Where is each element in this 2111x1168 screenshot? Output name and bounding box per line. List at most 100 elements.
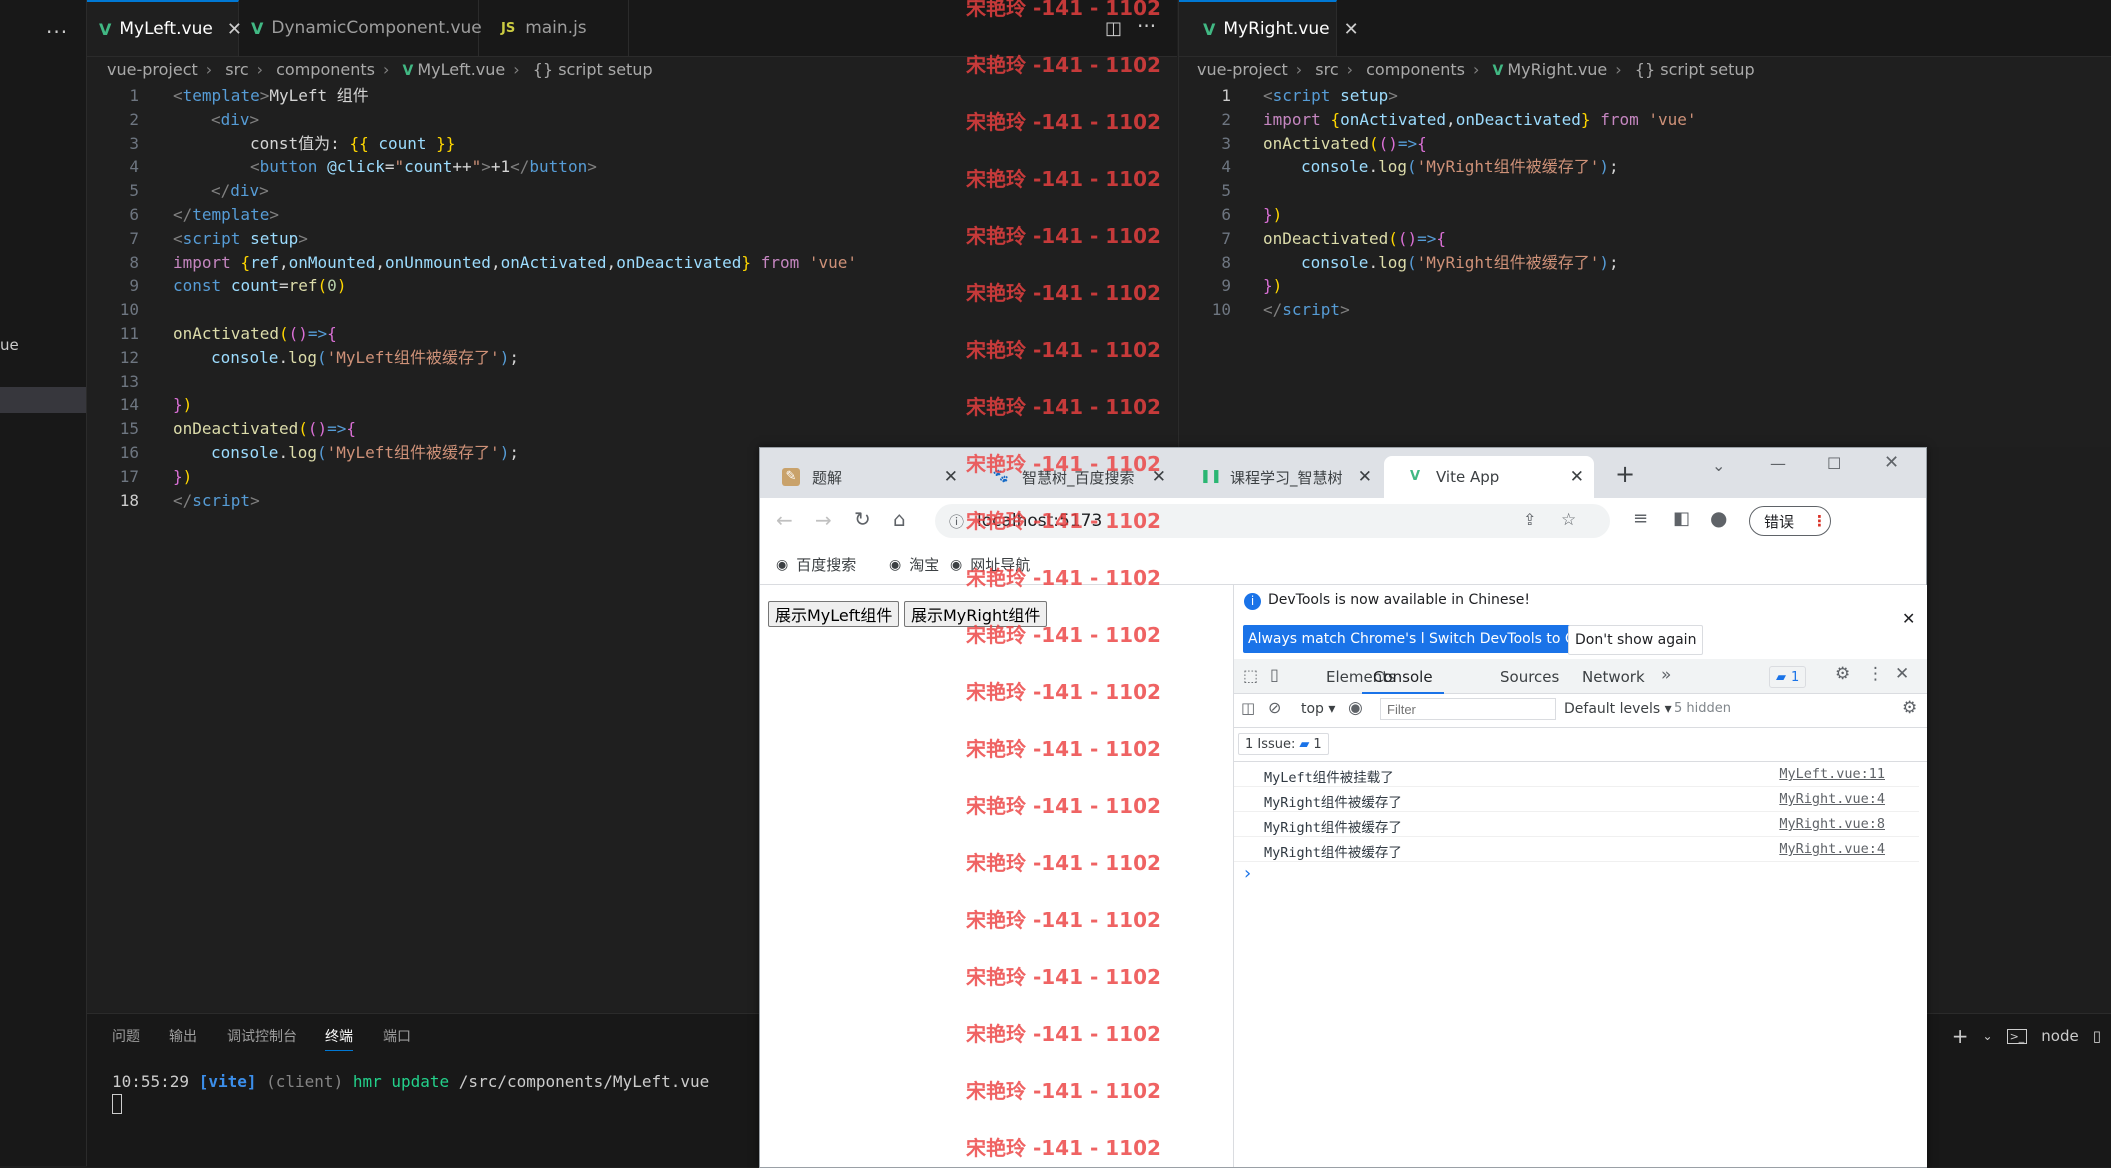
- sidebar-toggle-icon[interactable]: ◫: [1241, 699, 1255, 717]
- browser-tab[interactable]: ✎ 题解 ✕: [760, 456, 968, 498]
- dropdown-arrow-icon: ▾: [1664, 701, 1672, 717]
- breadcrumb-item[interactable]: vue-project: [107, 60, 198, 79]
- issues-badge[interactable]: ▰ 1: [1769, 666, 1807, 688]
- side-panel-icon[interactable]: ◧: [1673, 508, 1690, 529]
- breadcrumb-item[interactable]: MyRight.vue: [1507, 60, 1607, 79]
- bookmark-label: 淘宝: [909, 556, 940, 574]
- close-icon[interactable]: ✕: [1358, 467, 1372, 487]
- zhihuishu-icon: ❚❚: [1200, 469, 1222, 484]
- breadcrumb-item[interactable]: components: [1366, 60, 1465, 79]
- issue-message-icon: ▰: [1299, 736, 1310, 752]
- watermark-text: 宋艳玲 -141 - 1102: [966, 224, 1161, 248]
- watermark-text: 宋艳玲 -141 - 1102: [966, 110, 1161, 134]
- split-editor-icon[interactable]: ◫: [1105, 18, 1122, 39]
- tab-myright-vue[interactable]: V MyRight.vue ✕: [1179, 0, 1359, 56]
- panel-tab-terminal[interactable]: 终端: [325, 1026, 353, 1051]
- close-icon[interactable]: ✕: [1570, 467, 1584, 487]
- hidden-count: 5 hidden: [1674, 701, 1731, 716]
- tab-search-icon[interactable]: ⌄: [1712, 456, 1725, 475]
- log-source-link[interactable]: MyLeft.vue:11: [1779, 766, 1885, 782]
- breadcrumb-item[interactable]: components: [276, 60, 375, 79]
- selected-file-row[interactable]: [0, 387, 86, 413]
- info-icon[interactable]: ⓘ: [949, 511, 964, 532]
- watermark-text: 宋艳玲 -141 - 1102: [966, 53, 1161, 77]
- terminal-icon[interactable]: >_: [2006, 1028, 2028, 1044]
- console-settings-icon[interactable]: ⚙: [1902, 698, 1917, 718]
- tab-myleft-vue[interactable]: V MyLeft.vue ✕: [87, 0, 242, 56]
- bookmark-item[interactable]: ◉ 淘宝: [889, 554, 939, 575]
- maximize-icon[interactable]: ☐: [1827, 454, 1841, 473]
- context-selector[interactable]: top ▾: [1301, 701, 1335, 717]
- share-icon[interactable]: ⇪: [1523, 510, 1536, 529]
- browser-tab[interactable]: ❚❚ 课程学习_智慧树 ✕: [1178, 456, 1382, 498]
- split-terminal-icon[interactable]: ▯: [2093, 1027, 2101, 1045]
- profile-icon[interactable]: ●: [1710, 506, 1727, 530]
- browser-tab-title: 课程学习_智慧树: [1230, 468, 1343, 487]
- minimize-icon[interactable]: —: [1770, 454, 1786, 473]
- watermark-text: 宋艳玲 -141 - 1102: [966, 680, 1161, 704]
- breadcrumb-item[interactable]: src: [1315, 60, 1338, 79]
- clear-console-icon[interactable]: ⊘: [1268, 698, 1281, 717]
- devtools-tab-network[interactable]: Network: [1582, 668, 1645, 686]
- notice-text: DevTools is now available in Chinese!: [1268, 592, 1530, 608]
- breadcrumb-item[interactable]: {} script setup: [533, 60, 653, 79]
- new-tab-icon[interactable]: +: [1615, 460, 1635, 488]
- more-actions-icon[interactable]: ···: [46, 20, 68, 44]
- context-label: top: [1301, 701, 1324, 717]
- devtools-tab-console[interactable]: Console: [1362, 668, 1444, 694]
- home-icon[interactable]: ⌂: [893, 507, 906, 531]
- add-terminal-icon[interactable]: +: [1952, 1024, 1969, 1048]
- profile-error-button[interactable]: 错误 ⋮: [1749, 506, 1831, 536]
- vue-icon: V: [402, 63, 414, 79]
- browser-tab-active[interactable]: V Vite App ✕: [1384, 456, 1594, 498]
- log-source-link[interactable]: MyRight.vue:4: [1779, 791, 1885, 807]
- bookmark-star-icon[interactable]: ☆: [1561, 510, 1576, 530]
- eye-icon[interactable]: ◉: [1348, 698, 1363, 718]
- devtools-panel: i DevTools is now available in Chinese! …: [1233, 585, 1927, 1167]
- device-toolbar-icon[interactable]: ▯: [1270, 665, 1279, 684]
- close-notice-icon[interactable]: ✕: [1902, 609, 1915, 628]
- reload-icon[interactable]: ↻: [854, 507, 871, 531]
- chevron-down-icon[interactable]: ⌄: [1983, 1029, 1993, 1043]
- sidebar-file-label[interactable]: ue: [0, 336, 19, 354]
- log-source-link[interactable]: MyRight.vue:4: [1779, 841, 1885, 857]
- issues-link[interactable]: 1 Issue: ▰ 1: [1238, 733, 1329, 755]
- bookmark-item[interactable]: ◉ 百度搜索: [776, 554, 856, 575]
- tab-main-js[interactable]: JS main.js: [479, 0, 629, 56]
- panel-tab-debug-console[interactable]: 调试控制台: [227, 1026, 297, 1046]
- breadcrumb-item[interactable]: src: [225, 60, 248, 79]
- dont-show-again-button[interactable]: Don't show again: [1568, 625, 1704, 655]
- console-filter-input[interactable]: [1380, 698, 1556, 720]
- console-prompt[interactable]: ›: [1244, 863, 1251, 884]
- panel-tab-ports[interactable]: 端口: [383, 1026, 411, 1046]
- terminal-shell-label[interactable]: node: [2041, 1027, 2078, 1045]
- panel-tab-output[interactable]: 输出: [169, 1026, 197, 1046]
- log-time: 10:55:29: [112, 1072, 199, 1091]
- forward-icon[interactable]: →: [815, 508, 832, 532]
- back-icon[interactable]: ←: [776, 508, 793, 532]
- log-source-link[interactable]: MyRight.vue:8: [1779, 816, 1885, 832]
- issues-label: 1 Issue:: [1245, 736, 1296, 752]
- inspect-icon[interactable]: ⬚: [1243, 666, 1258, 685]
- close-devtools-icon[interactable]: ✕: [1895, 664, 1909, 684]
- panel-tab-problems[interactable]: 问题: [112, 1026, 140, 1046]
- settings-gear-icon[interactable]: ⚙: [1835, 664, 1850, 684]
- bookmark-label: 百度搜索: [796, 556, 857, 574]
- show-myleft-button[interactable]: 展示MyLeft组件: [768, 601, 900, 627]
- more-options-icon[interactable]: ⋮: [1867, 664, 1884, 684]
- breadcrumb-item[interactable]: {} script setup: [1635, 60, 1755, 79]
- tab-dynamiccomponent-vue[interactable]: V DynamicComponent.vue: [239, 0, 482, 56]
- vue-icon: V: [251, 18, 264, 38]
- reading-list-icon[interactable]: ≡: [1633, 508, 1648, 529]
- breadcrumb-item[interactable]: vue-project: [1197, 60, 1288, 79]
- breadcrumb-item[interactable]: MyLeft.vue: [417, 60, 505, 79]
- log-levels-dropdown[interactable]: Default levels ▾: [1564, 701, 1672, 717]
- more-tabs-icon[interactable]: »: [1661, 665, 1671, 685]
- tab-label: MyRight.vue: [1223, 19, 1330, 39]
- devtools-tab-sources[interactable]: Sources: [1500, 668, 1559, 686]
- close-icon[interactable]: ✕: [944, 467, 958, 487]
- console-toolbar: ◫ ⊘ top ▾ ◉ Default levels ▾ 5 hidden ⚙: [1234, 693, 1927, 728]
- close-window-icon[interactable]: ✕: [1884, 452, 1899, 473]
- close-icon[interactable]: ✕: [1344, 19, 1359, 40]
- menu-dots-icon[interactable]: ⋮: [1812, 512, 1827, 530]
